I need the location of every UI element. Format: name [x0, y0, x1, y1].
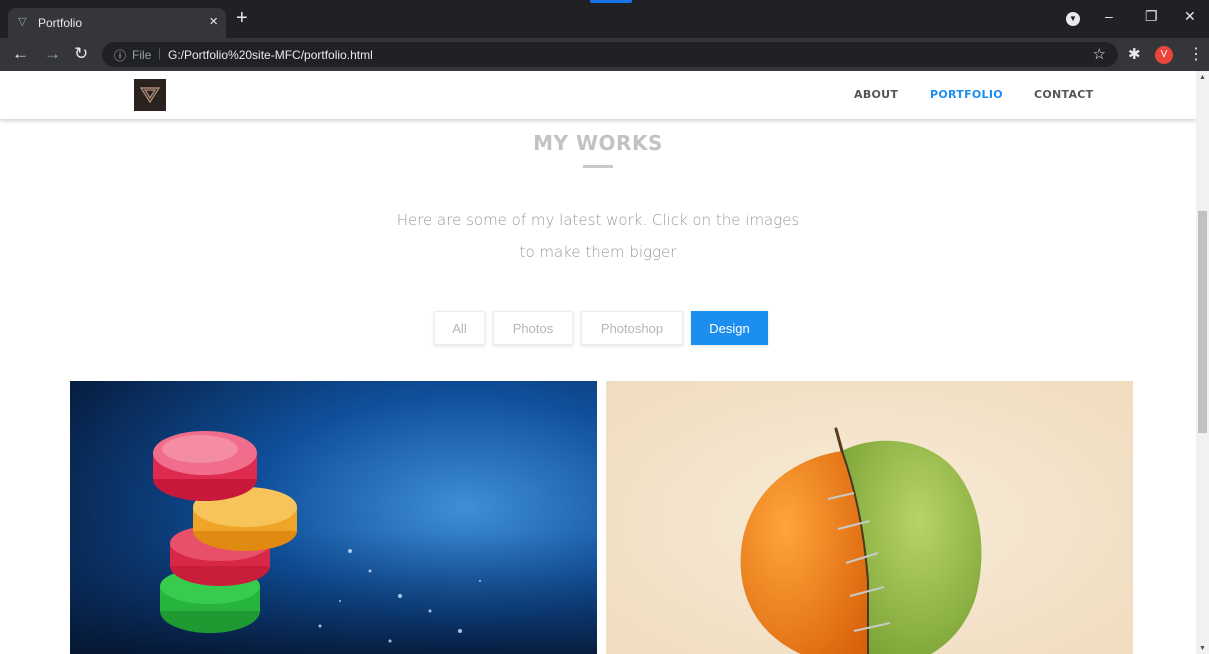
nav-about[interactable]: ABOUT [854, 88, 898, 101]
browser-tab[interactable]: ▽ Portfolio × [8, 8, 226, 38]
filter-photoshop-button[interactable]: Photoshop [581, 311, 683, 345]
site-logo[interactable] [134, 79, 166, 111]
intro-line-1: Here are some of my latest work. Click o… [396, 211, 800, 229]
nav-portfolio[interactable]: PORTFOLIO [930, 88, 1003, 101]
address-separator: | [158, 46, 162, 60]
info-icon[interactable]: ⓘ [114, 47, 126, 64]
intro-text: Here are some of my latest work. Click o… [0, 204, 1196, 268]
candies-photo [70, 381, 597, 654]
filter-photos-button[interactable]: Photos [493, 311, 573, 345]
address-bar[interactable]: ⓘ File | G:/Portfolio%20site-MFC/portfol… [102, 42, 1118, 67]
scroll-up-icon[interactable]: ▲ [1199, 74, 1206, 81]
scroll-down-icon[interactable]: ▼ [1199, 645, 1206, 652]
orange-apple-photo [606, 381, 1133, 654]
site-header: ABOUT PORTFOLIO CONTACT [0, 71, 1196, 119]
menu-icon[interactable]: ⋮ [1188, 44, 1204, 64]
intro-line-2: to make them bigger [519, 243, 677, 261]
filter-design-button[interactable]: Design [691, 311, 768, 345]
tab-search-icon[interactable]: ▼ [1066, 12, 1080, 26]
browser-toolbar: ← → ↻ ⓘ File | G:/Portfolio%20site-MFC/p… [0, 38, 1209, 71]
page-viewport: ABOUT PORTFOLIO CONTACT MY WORKS Here ar… [0, 71, 1196, 654]
restore-icon[interactable]: ❐ [1145, 8, 1158, 25]
filter-all-button[interactable]: All [434, 311, 485, 345]
tab-strip-accent [590, 0, 632, 3]
tab-close-icon[interactable]: × [209, 13, 218, 30]
address-url[interactable]: G:/Portfolio%20site-MFC/portfolio.html [168, 48, 373, 62]
extensions-icon[interactable]: ✱ [1128, 45, 1141, 63]
logo-v-icon [140, 87, 160, 104]
title-divider [583, 165, 613, 168]
minimize-icon[interactable]: – [1105, 8, 1113, 24]
reload-icon[interactable]: ↻ [74, 44, 88, 64]
site-favicon-icon: ▽ [18, 16, 27, 28]
profile-avatar[interactable]: V [1155, 46, 1173, 64]
tab-title: Portfolio [38, 16, 83, 30]
page-title: MY WORKS [533, 131, 663, 155]
gallery-image-candies[interactable] [70, 381, 597, 654]
close-window-icon[interactable]: ✕ [1184, 8, 1196, 25]
back-icon[interactable]: ← [12, 44, 29, 64]
page-scrollbar[interactable]: ▲ ▼ [1196, 71, 1209, 654]
address-scheme: File [132, 48, 152, 62]
star-icon[interactable]: ☆ [1093, 45, 1106, 63]
scrollbar-thumb[interactable] [1198, 211, 1207, 433]
nav-contact[interactable]: CONTACT [1034, 88, 1093, 101]
browser-tab-strip: ▽ Portfolio × + ▼ – ❐ ✕ [0, 0, 1209, 38]
gallery-image-orange-apple[interactable] [606, 381, 1133, 654]
forward-icon[interactable]: → [44, 44, 61, 64]
new-tab-button[interactable]: + [236, 8, 248, 28]
